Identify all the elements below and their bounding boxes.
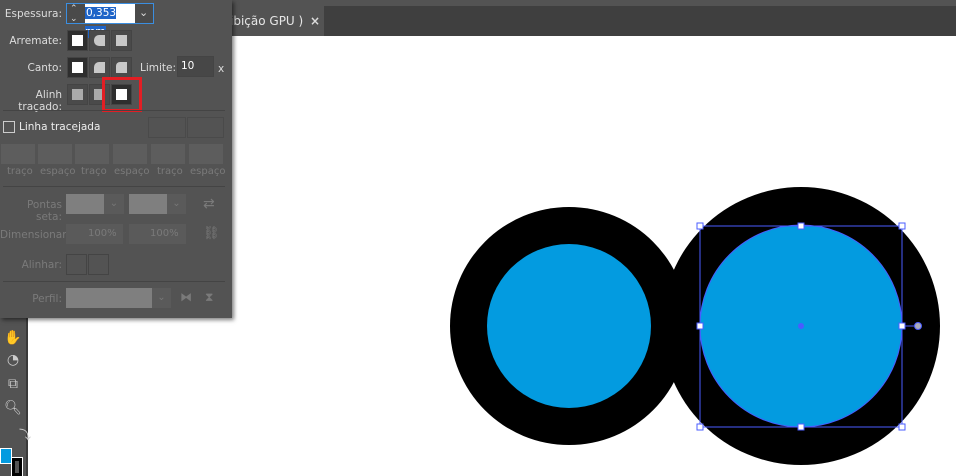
left-circle-fill [487, 244, 651, 408]
limit-label: Limite: [140, 62, 177, 74]
tab-title: ibição GPU ) [230, 14, 304, 28]
handle[interactable] [797, 423, 805, 431]
dashed-line-checkbox[interactable] [3, 121, 15, 133]
weight-field[interactable]: ⌃⌄ 0,353 mm ⌄ [66, 3, 154, 38]
bevel-join-button[interactable] [111, 57, 132, 78]
zoom-tool-icon[interactable]: 🔍︎ [2, 400, 24, 420]
gap-label: espaço [40, 166, 76, 177]
miter-join-button[interactable] [67, 57, 88, 78]
butt-cap-button[interactable] [67, 30, 88, 51]
dashed-line-label: Linha tracejada [19, 121, 101, 133]
dash-preserve-button[interactable] [148, 117, 186, 138]
close-tab-icon[interactable]: × [310, 6, 320, 36]
gap-label: espaço [190, 166, 226, 177]
limit-unit: x [218, 63, 225, 75]
divider [3, 186, 225, 187]
divider [3, 281, 225, 282]
shape-builder-tool-icon[interactable]: ◔ [2, 352, 24, 372]
stroke-color-swatch[interactable] [11, 457, 23, 476]
link-scale-icon[interactable]: ⛓ [203, 226, 220, 241]
weight-label: Espessura: [4, 8, 62, 20]
pie-widget-handle[interactable] [914, 322, 922, 330]
handle[interactable] [898, 423, 906, 431]
end-scale-input[interactable]: 100% [129, 224, 186, 244]
start-arrowhead-select[interactable] [66, 194, 104, 214]
dash-label: traço [157, 166, 183, 177]
handle[interactable] [797, 222, 805, 230]
chevron-down-icon[interactable]: ⌄ [104, 194, 124, 214]
arrow-extend-button[interactable] [66, 254, 87, 275]
dash-label: traço [7, 166, 33, 177]
handle[interactable] [696, 322, 704, 330]
swap-arrowheads-icon[interactable]: ⇄ [203, 196, 215, 212]
handle[interactable] [696, 423, 704, 431]
divider [3, 110, 225, 111]
arrow-align-label: Alinhar: [21, 259, 62, 271]
chevron-down-icon[interactable]: ⌄ [152, 288, 171, 308]
gap-input-2[interactable] [113, 144, 147, 164]
document-tab[interactable]: ibição GPU ) × [230, 6, 324, 36]
center-point [798, 323, 804, 329]
chevron-down-icon[interactable]: ⌄ [167, 194, 186, 214]
gap-label: espaço [114, 166, 150, 177]
round-join-button[interactable] [89, 57, 110, 78]
chevron-down-icon[interactable]: ⌄ [139, 6, 148, 19]
dash-input-3[interactable] [151, 144, 185, 164]
profile-label: Perfil: [32, 293, 62, 305]
corner-label: Canto: [27, 62, 63, 74]
puppet-warp-tool-icon[interactable]: ✋ [2, 330, 24, 350]
gap-input-1[interactable] [38, 144, 72, 164]
arrowheads-label: Pontas seta: [26, 199, 62, 223]
dash-align-corners-button[interactable] [187, 117, 224, 138]
projecting-cap-button[interactable] [111, 30, 132, 51]
weight-stepper-icon[interactable]: ⌃ ⌄ [70, 4, 78, 24]
miter-limit-input[interactable]: 10 [177, 56, 214, 77]
stroke-panel: Espessura: ⌃⌄ 0,353 mm ⌄ Arremate: Canto… [0, 0, 232, 318]
artboard-tool-icon[interactable]: ⧉ [2, 376, 24, 396]
dash-input-1[interactable] [1, 144, 35, 164]
round-cap-button[interactable] [89, 30, 110, 51]
swap-colors-icon[interactable]: ⤵ [14, 426, 36, 446]
arrow-place-button[interactable] [88, 254, 109, 275]
dash-label: traço [81, 166, 107, 177]
flip-vertical-icon[interactable]: ⧗ [205, 290, 213, 305]
cap-label: Arremate: [9, 35, 62, 47]
profile-select[interactable] [66, 288, 152, 308]
handle[interactable] [898, 222, 906, 230]
scale-label: Dimensionar: [0, 229, 70, 241]
end-arrowhead-select[interactable] [129, 194, 167, 214]
flip-horizontal-icon[interactable]: ⧓ [180, 290, 192, 304]
dash-input-2[interactable] [75, 144, 109, 164]
highlight-box [102, 77, 142, 112]
gap-input-3[interactable] [189, 144, 223, 164]
handle[interactable] [898, 322, 906, 330]
align-center-button[interactable] [67, 84, 88, 105]
start-scale-input[interactable]: 100% [66, 224, 123, 244]
fill-color-swatch[interactable] [0, 448, 12, 464]
handle[interactable] [696, 222, 704, 230]
